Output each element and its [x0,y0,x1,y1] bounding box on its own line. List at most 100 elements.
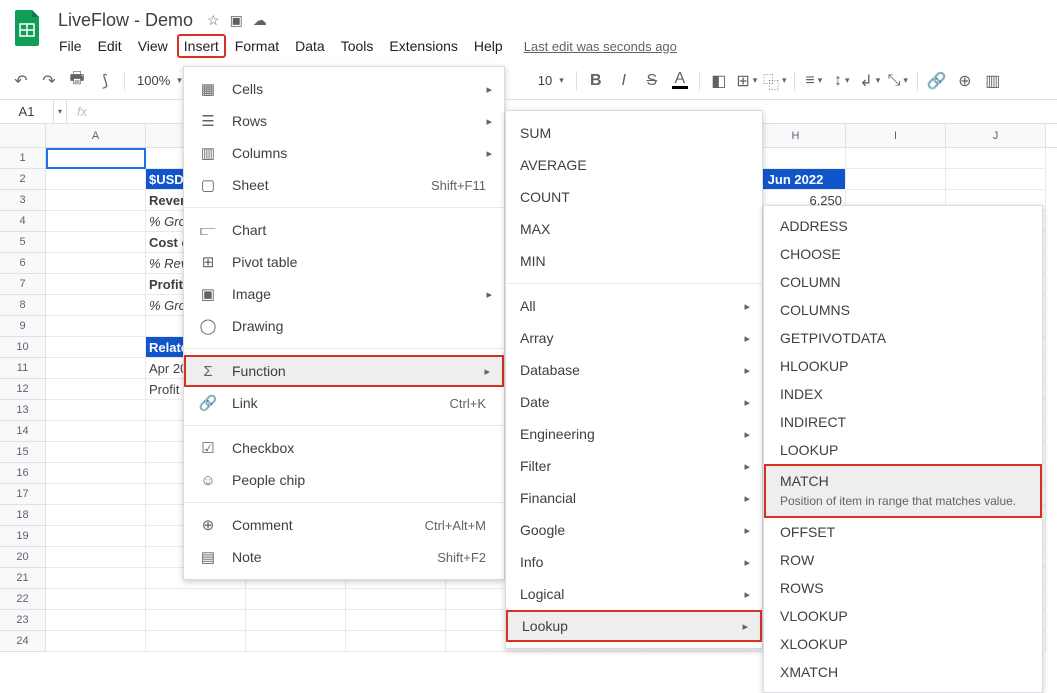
row-head-23[interactable]: 23 [0,610,46,631]
insert-drawing[interactable]: ◯Drawing [184,310,504,342]
cloud-icon[interactable]: ☁ [253,12,267,29]
row-head-15[interactable]: 15 [0,442,46,463]
insert-pivot[interactable]: ⊞Pivot table [184,246,504,278]
name-box[interactable]: A1 [0,100,54,123]
move-icon[interactable]: ▣ [230,12,243,29]
cell-C24[interactable] [246,631,346,652]
fill-color-icon[interactable]: ◧ [706,68,732,94]
merge-icon[interactable]: ⿻ [762,68,788,94]
cell-A13[interactable] [46,400,146,421]
star-icon[interactable]: ☆ [207,12,220,29]
lookup-address[interactable]: ADDRESS [764,212,1042,240]
menu-file[interactable]: File [52,34,89,58]
insert-cells[interactable]: ▦Cells▸ [184,73,504,105]
fn-count[interactable]: COUNT [506,181,762,213]
insert-comment[interactable]: ⊕CommentCtrl+Alt+M [184,509,504,541]
italic-icon[interactable]: I [611,68,637,94]
row-head-21[interactable]: 21 [0,568,46,589]
cell-A8[interactable] [46,295,146,316]
cell-D22[interactable] [346,589,446,610]
lookup-choose[interactable]: CHOOSE [764,240,1042,268]
select-all-corner[interactable] [0,124,46,147]
fontsize-select[interactable]: 10 [532,73,570,88]
row-head-7[interactable]: 7 [0,274,46,295]
cell-A14[interactable] [46,421,146,442]
menu-insert[interactable]: Insert [177,34,226,58]
cell-A19[interactable] [46,526,146,547]
menu-help[interactable]: Help [467,34,510,58]
row-head-3[interactable]: 3 [0,190,46,211]
row-head-4[interactable]: 4 [0,211,46,232]
valign-icon[interactable]: ↕ [829,68,855,94]
comment-icon[interactable]: ⊕ [952,68,978,94]
fn-date[interactable]: Date▸ [506,386,762,418]
menu-extensions[interactable]: Extensions [382,34,464,58]
name-box-dropdown[interactable]: ▾ [54,100,67,123]
insert-sheet[interactable]: ▢SheetShift+F11 [184,169,504,201]
fn-info[interactable]: Info▸ [506,546,762,578]
lookup-column[interactable]: COLUMN [764,268,1042,296]
fn-filter[interactable]: Filter▸ [506,450,762,482]
borders-icon[interactable]: ⊞ [734,68,760,94]
cell-D24[interactable] [346,631,446,652]
cell-A4[interactable] [46,211,146,232]
doc-title[interactable]: LiveFlow - Demo [52,8,199,33]
cell-A9[interactable] [46,316,146,337]
row-head-10[interactable]: 10 [0,337,46,358]
insert-rows[interactable]: ☰Rows▸ [184,105,504,137]
lookup-offset[interactable]: OFFSET [764,518,1042,546]
row-head-16[interactable]: 16 [0,463,46,484]
menu-format[interactable]: Format [228,34,286,58]
cell-I1[interactable] [846,148,946,169]
cell-B22[interactable] [146,589,246,610]
sheets-logo[interactable] [8,8,48,48]
cell-A21[interactable] [46,568,146,589]
row-head-6[interactable]: 6 [0,253,46,274]
cell-A11[interactable] [46,358,146,379]
row-head-8[interactable]: 8 [0,295,46,316]
row-head-9[interactable]: 9 [0,316,46,337]
row-head-5[interactable]: 5 [0,232,46,253]
cell-D23[interactable] [346,610,446,631]
row-head-22[interactable]: 22 [0,589,46,610]
cell-A16[interactable] [46,463,146,484]
lookup-xlookup[interactable]: XLOOKUP [764,630,1042,658]
link-icon[interactable]: 🔗 [924,68,950,94]
cell-J1[interactable] [946,148,1046,169]
cell-A7[interactable] [46,274,146,295]
col-A[interactable]: A [46,124,146,147]
fn-google[interactable]: Google▸ [506,514,762,546]
cell-A18[interactable] [46,505,146,526]
row-head-1[interactable]: 1 [0,148,46,169]
lookup-row[interactable]: ROW [764,546,1042,574]
fn-financial[interactable]: Financial▸ [506,482,762,514]
fn-array[interactable]: Array▸ [506,322,762,354]
row-head-11[interactable]: 11 [0,358,46,379]
lookup-columns[interactable]: COLUMNS [764,296,1042,324]
insert-image[interactable]: ▣Image▸ [184,278,504,310]
zoom-select[interactable]: 100% [131,73,188,88]
cell-B23[interactable] [146,610,246,631]
redo-icon[interactable]: ↷ [36,68,62,94]
row-head-17[interactable]: 17 [0,484,46,505]
lookup-lookup[interactable]: LOOKUP [764,436,1042,464]
fn-engineering[interactable]: Engineering▸ [506,418,762,450]
insert-columns[interactable]: ▥Columns▸ [184,137,504,169]
menu-tools[interactable]: Tools [334,34,381,58]
fn-average[interactable]: AVERAGE [506,149,762,181]
cell-I2[interactable] [846,169,946,190]
print-icon[interactable]: 🖶 [64,68,90,94]
row-head-19[interactable]: 19 [0,526,46,547]
strike-icon[interactable]: S [639,68,665,94]
lookup-hlookup[interactable]: HLOOKUP [764,352,1042,380]
lookup-index[interactable]: INDEX [764,380,1042,408]
col-J[interactable]: J [946,124,1046,147]
row-head-24[interactable]: 24 [0,631,46,652]
cell-J2[interactable] [946,169,1046,190]
cell-A6[interactable] [46,253,146,274]
lookup-getpivotdata[interactable]: GETPIVOTDATA [764,324,1042,352]
fn-min[interactable]: MIN [506,245,762,277]
lookup-match[interactable]: MATCHPosition of item in range that matc… [764,464,1042,518]
insert-link[interactable]: 🔗LinkCtrl+K [184,387,504,419]
cell-A3[interactable] [46,190,146,211]
